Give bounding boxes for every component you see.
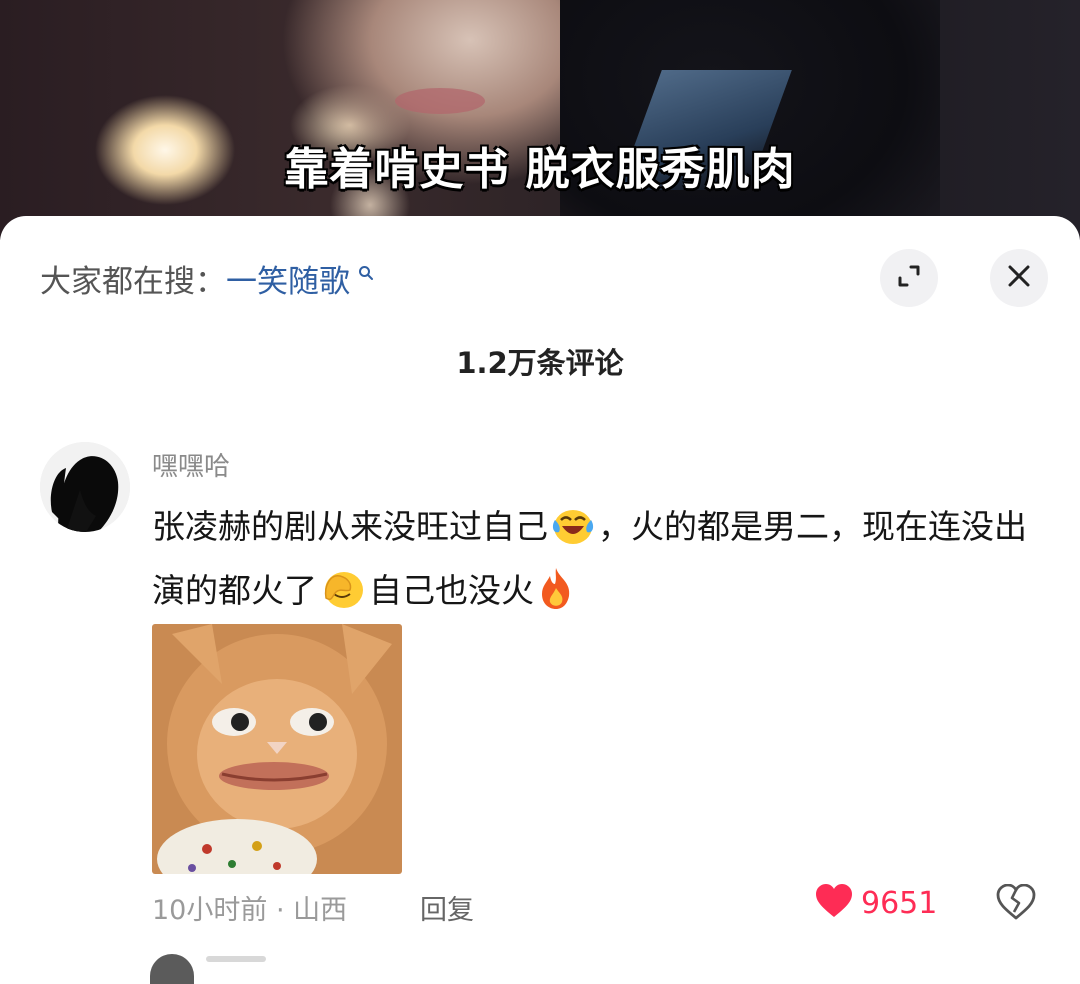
search-prefix: 大家都在搜：	[40, 264, 226, 300]
close-icon	[1006, 263, 1032, 293]
like-count: 9651	[861, 885, 938, 921]
comment-body: 张凌赫的剧从来没旺过自己 ，火的都是男二，现在连没出演的都火了 自己也没火	[152, 499, 1032, 627]
video-face	[395, 88, 485, 114]
video-caption: 靠着啃史书 脱衣服秀肌肉	[284, 144, 796, 195]
avatar[interactable]	[40, 442, 130, 532]
comment-text-part1: 张凌赫的剧从来没旺过自己	[152, 507, 548, 546]
like-button[interactable]: 9651	[815, 884, 937, 922]
search-keyword[interactable]: 一笑随歌	[226, 264, 350, 300]
comment-username[interactable]: 嘿嘿哈	[152, 446, 230, 483]
video-player[interactable]: 靠着啃史书 脱衣服秀肌肉	[0, 0, 1080, 240]
next-comment-username	[206, 956, 266, 962]
search-icon	[352, 262, 374, 286]
next-comment-avatar[interactable]	[150, 954, 194, 984]
comment-image-cat-meme[interactable]	[152, 624, 402, 874]
collapse-icon	[895, 262, 923, 294]
comment-count-title: 1.2万条评论	[456, 346, 624, 380]
comment-meta: 10小时前 · 山西	[152, 895, 348, 926]
search-suggestion[interactable]: 大家都在搜：一笑随歌	[40, 256, 374, 301]
comment-sheet: 大家都在搜：一笑随歌 1.2万条评论 嘿嘿哈 张凌赫的剧从来没旺过自己 ，火的都…	[0, 216, 1080, 984]
comment-location: 山西	[293, 895, 348, 926]
comment-time: 10小时前	[152, 895, 268, 926]
close-button[interactable]	[990, 249, 1048, 307]
comment-text-part3: 自己也没火	[369, 571, 534, 610]
collapse-button[interactable]	[880, 249, 938, 307]
heart-icon	[815, 884, 853, 922]
laugh-cry-emoji-icon	[551, 506, 595, 563]
fire-emoji-icon	[537, 566, 575, 627]
reply-button[interactable]: 回复	[420, 888, 474, 927]
facepalm-emoji-icon	[320, 568, 366, 627]
dislike-button[interactable]	[996, 883, 1036, 924]
broken-heart-icon	[996, 883, 1036, 924]
